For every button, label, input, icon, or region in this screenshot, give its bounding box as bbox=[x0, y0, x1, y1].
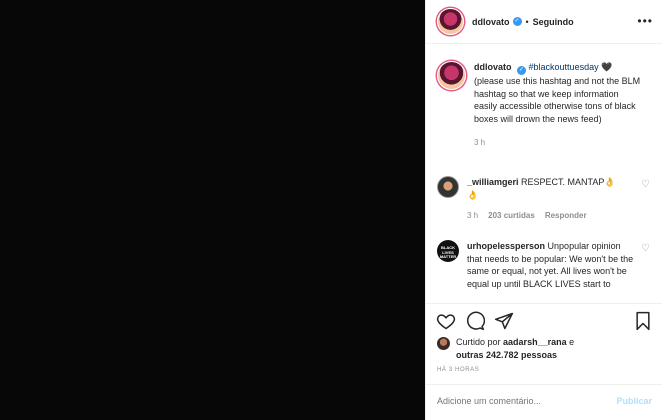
black-heart-emoji: 🖤 bbox=[601, 62, 613, 72]
caption: ddlovato ✓ #blackouttuesday 🖤 (please us… bbox=[437, 61, 652, 150]
likes-count-link[interactable]: outras 242.782 pessoas bbox=[456, 350, 557, 360]
add-comment-bar: Publicar bbox=[426, 384, 662, 420]
comment-item: _williamgeri RESPECT. MANTAP👌 👌 3 h 203 … bbox=[437, 176, 652, 223]
comment-text-line2: 👌 bbox=[467, 189, 479, 200]
comment-bubble-icon[interactable] bbox=[465, 311, 485, 331]
caption-username[interactable]: ddlovato bbox=[474, 62, 512, 72]
liked-by-conj: e bbox=[569, 337, 575, 347]
separator-dot: • bbox=[525, 16, 529, 27]
more-dots-icon[interactable]: ••• bbox=[637, 14, 653, 28]
author-username[interactable]: ddlovato bbox=[472, 17, 510, 27]
comment-text: RESPECT. MANTAP👌 bbox=[521, 177, 616, 187]
like-heart-icon[interactable] bbox=[436, 311, 456, 331]
add-comment-input[interactable] bbox=[437, 396, 597, 406]
verified-badge-icon: ✓ bbox=[517, 66, 527, 75]
commenter-avatar[interactable] bbox=[437, 176, 459, 198]
actions-divider bbox=[426, 303, 662, 304]
comment-username[interactable]: _williamgeri bbox=[467, 177, 519, 187]
post-header: ddlovato ✓ • Seguindo ••• bbox=[426, 0, 662, 44]
caption-time: 3 h bbox=[474, 138, 486, 147]
comment-time: 3 h bbox=[467, 211, 479, 220]
author-avatar[interactable] bbox=[437, 8, 464, 35]
liker-avatar[interactable] bbox=[437, 337, 450, 350]
post-actions-bar bbox=[436, 311, 654, 333]
post-timestamp[interactable]: HÁ 3 HORAS bbox=[437, 367, 479, 373]
liked-by-prefix: Curtido por bbox=[456, 337, 501, 347]
publish-button[interactable]: Publicar bbox=[616, 396, 652, 406]
caption-text: (please use this hashtag and not the BLM… bbox=[474, 76, 641, 124]
post-side-panel: ddlovato ✓ • Seguindo ••• ddlovato ✓ #bl… bbox=[425, 0, 662, 420]
comments-list[interactable]: ddlovato ✓ #blackouttuesday 🖤 (please us… bbox=[426, 45, 662, 303]
liked-by-row: Curtido por aadarsh__rana e outras 242.7… bbox=[437, 336, 574, 361]
verified-badge-icon: ✓ bbox=[512, 17, 522, 26]
comment-like-heart-icon[interactable]: ♡ bbox=[641, 179, 650, 190]
commenter-avatar[interactable]: BLACK LIVES MATTER bbox=[437, 240, 459, 262]
comment-like-heart-icon[interactable]: ♡ bbox=[641, 243, 650, 254]
hashtag-link[interactable]: #blackouttuesday bbox=[529, 62, 599, 72]
comment-likes[interactable]: 203 curtidas bbox=[488, 210, 535, 223]
caption-avatar[interactable] bbox=[437, 61, 466, 90]
save-bookmark-icon[interactable] bbox=[633, 311, 653, 331]
reply-button[interactable]: Responder bbox=[545, 210, 587, 223]
following-button[interactable]: Seguindo bbox=[533, 17, 574, 27]
liker-username[interactable]: aadarsh__rana bbox=[503, 337, 567, 347]
share-paper-plane-icon[interactable] bbox=[494, 311, 514, 331]
comment-username[interactable]: urhopelessperson bbox=[467, 241, 545, 251]
post-image-black-square[interactable] bbox=[0, 0, 425, 420]
comment-item: BLACK LIVES MATTER urhopelessperson Unpo… bbox=[437, 240, 652, 290]
